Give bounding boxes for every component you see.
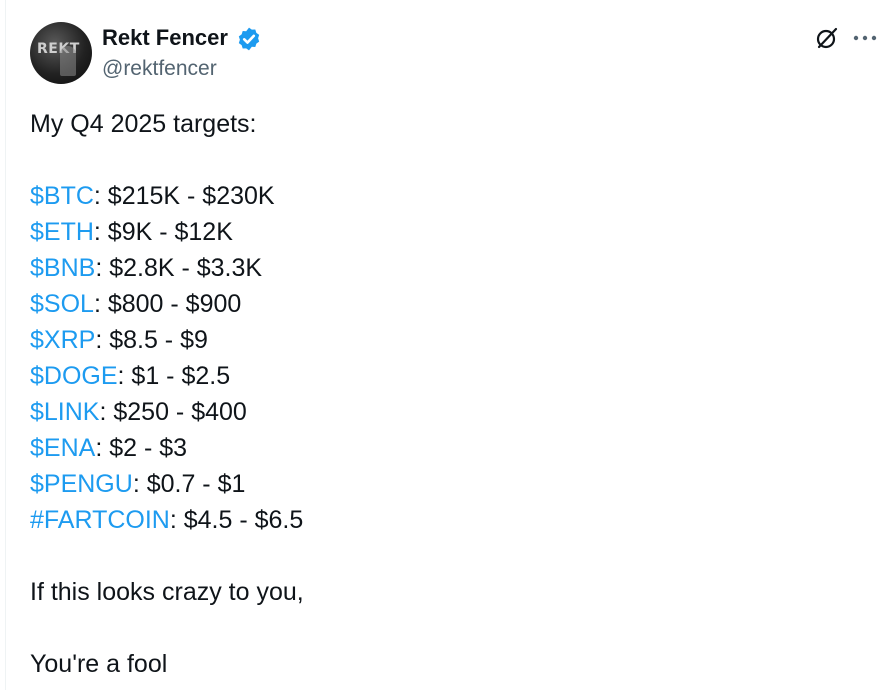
cashtag-link[interactable]: $ETH bbox=[30, 218, 94, 246]
target-range: : $800 - $900 bbox=[93, 290, 242, 318]
target-range: : $215K - $230K bbox=[93, 182, 275, 210]
target-line: $LINK: $250 - $400 bbox=[30, 394, 870, 430]
target-range: : $9K - $12K bbox=[93, 218, 233, 246]
tweet-header: REKT Rekt Fencer @rektfencer bbox=[30, 22, 880, 86]
target-range: : $8.5 - $9 bbox=[95, 326, 208, 354]
target-range: : $0.7 - $1 bbox=[132, 470, 246, 498]
tweet-left-border bbox=[5, 0, 6, 690]
target-line: #FARTCOIN: $4.5 - $6.5 bbox=[30, 502, 870, 538]
hashtag-link[interactable]: #FARTCOIN bbox=[30, 506, 170, 534]
target-line: $PENGU: $0.7 - $1 bbox=[30, 466, 870, 502]
tweet-outro-2: You're a fool bbox=[30, 650, 168, 678]
target-range: : $4.5 - $6.5 bbox=[169, 506, 304, 534]
display-name[interactable]: Rekt Fencer bbox=[102, 25, 228, 51]
target-line: $ETH: $9K - $12K bbox=[30, 214, 870, 250]
user-handle[interactable]: @rektfencer bbox=[102, 57, 217, 81]
target-line: $BNB: $2.8K - $3.3K bbox=[30, 250, 870, 286]
target-line: $SOL: $800 - $900 bbox=[30, 286, 870, 322]
more-options-icon[interactable] bbox=[852, 26, 878, 50]
grok-icon[interactable] bbox=[815, 26, 839, 50]
target-range: : $2.8K - $3.3K bbox=[95, 254, 263, 282]
avatar-figure bbox=[60, 46, 76, 76]
target-line: $DOGE: $1 - $2.5 bbox=[30, 358, 870, 394]
cashtag-link[interactable]: $LINK bbox=[30, 398, 99, 426]
target-range: : $2 - $3 bbox=[95, 434, 188, 462]
cashtag-link[interactable]: $XRP bbox=[30, 326, 95, 354]
target-line: $ENA: $2 - $3 bbox=[30, 430, 870, 466]
cashtag-link[interactable]: $PENGU bbox=[30, 470, 133, 498]
target-line: $BTC: $215K - $230K bbox=[30, 178, 870, 214]
tweet-body: My Q4 2025 targets: $BTC: $215K - $230K … bbox=[30, 106, 870, 682]
avatar[interactable]: REKT bbox=[30, 22, 92, 84]
cashtag-link[interactable]: $ENA bbox=[30, 434, 95, 462]
verified-badge-icon[interactable] bbox=[236, 26, 262, 52]
target-range: : $250 - $400 bbox=[99, 398, 247, 426]
target-range: : $1 - $2.5 bbox=[117, 362, 231, 390]
target-line: $XRP: $8.5 - $9 bbox=[30, 322, 870, 358]
cashtag-link[interactable]: $DOGE bbox=[30, 362, 118, 390]
cashtag-link[interactable]: $SOL bbox=[30, 290, 94, 318]
tweet-outro-1: If this looks crazy to you, bbox=[30, 578, 304, 606]
cashtag-link[interactable]: $BNB bbox=[30, 254, 95, 282]
cashtag-link[interactable]: $BTC bbox=[30, 182, 94, 210]
tweet-intro: My Q4 2025 targets: bbox=[30, 110, 257, 138]
